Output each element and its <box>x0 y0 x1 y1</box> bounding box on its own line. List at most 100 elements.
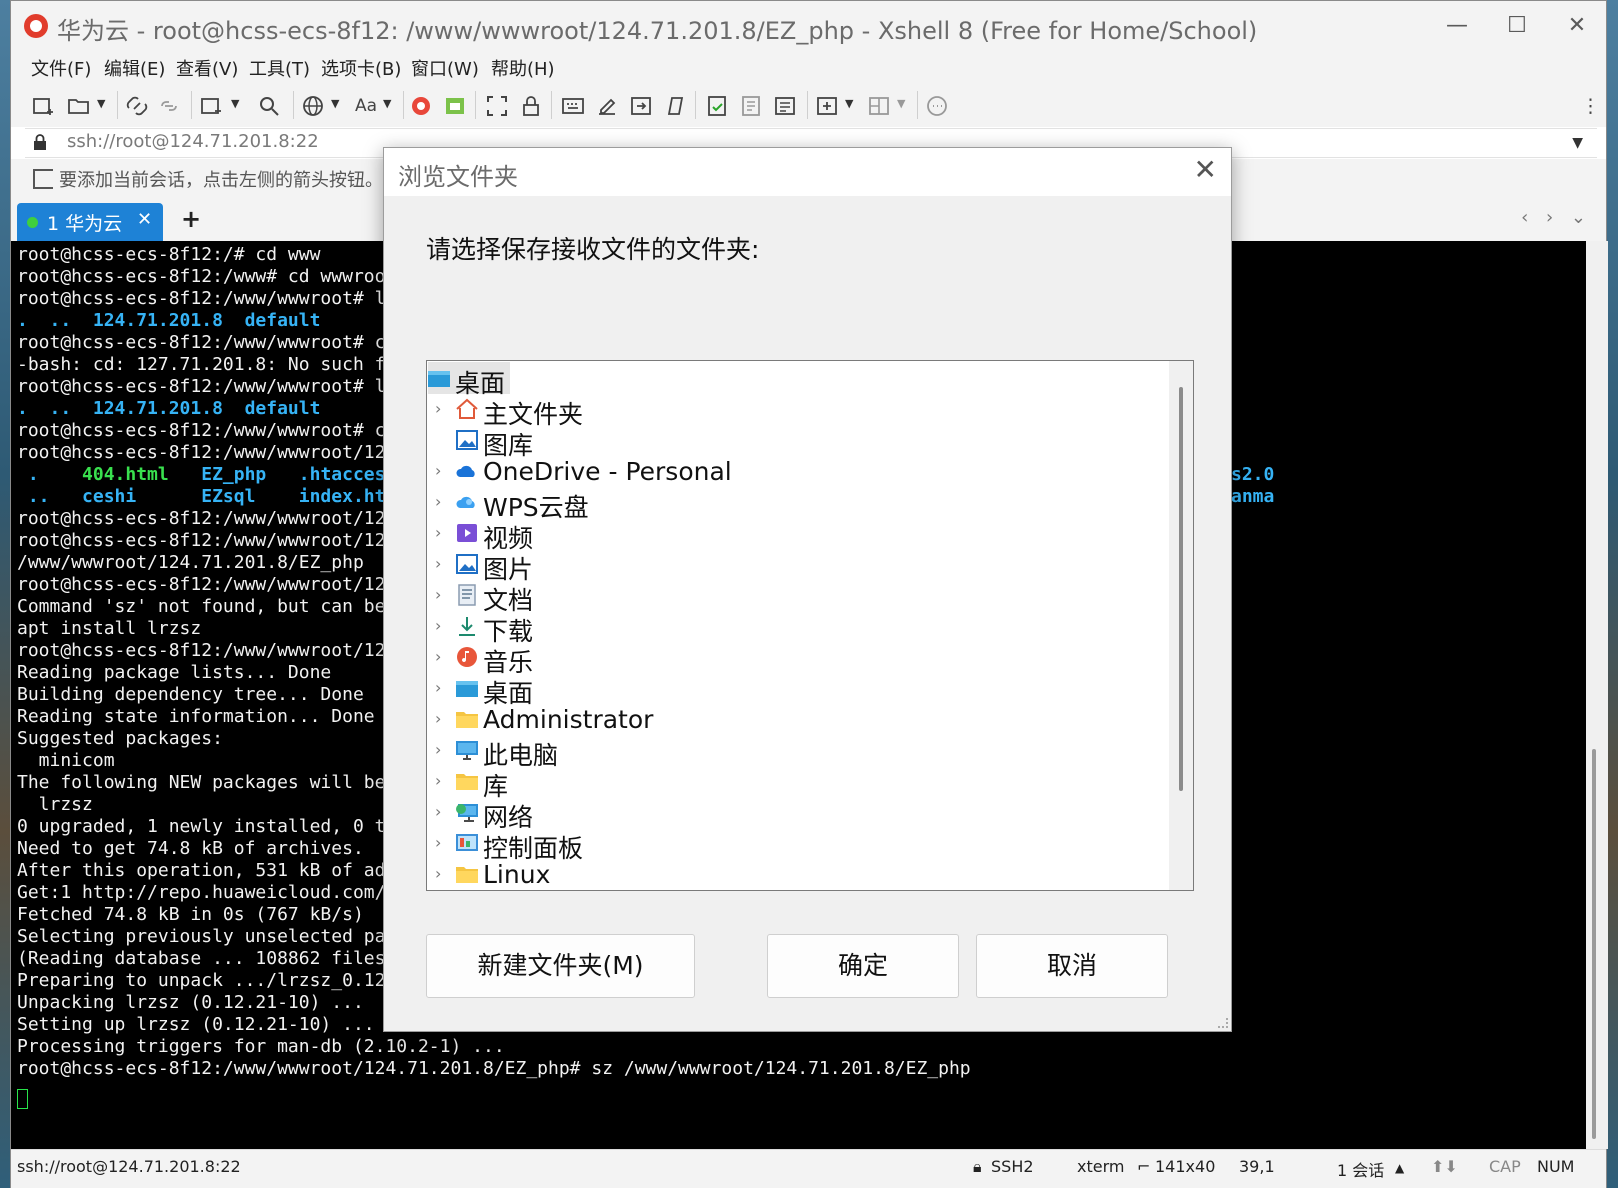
add-window-icon[interactable] <box>815 94 839 118</box>
expand-chevron-icon[interactable]: › <box>435 554 441 573</box>
fullscreen-icon[interactable] <box>485 94 509 118</box>
terminal-scrollbar[interactable] <box>1586 241 1608 1149</box>
status-size-icon: ⌐ <box>1137 1157 1151 1176</box>
tab-session-1[interactable]: 1 华为云 ✕ <box>17 203 163 241</box>
terminal-line: The following NEW packages will be <box>17 772 386 793</box>
tree-item-linux[interactable]: › Linux <box>427 859 1167 890</box>
menu-tabs[interactable]: 选项卡(B) <box>321 55 401 81</box>
new-tab-dropdown-icon[interactable]: ▼ <box>231 97 239 110</box>
expand-chevron-icon[interactable]: › <box>435 864 441 883</box>
tree-item-documents[interactable]: › 文档 <box>427 580 1167 615</box>
cancel-button[interactable]: 取消 <box>976 934 1168 998</box>
tab-navigation[interactable]: ‹ › ⌄ <box>1521 207 1592 228</box>
tab-close-icon[interactable]: ✕ <box>137 209 152 230</box>
address-dropdown-icon[interactable]: ▼ <box>1572 135 1583 151</box>
tree-item-label: Linux <box>483 860 551 889</box>
disconnect-icon[interactable] <box>157 94 181 118</box>
status-sessions[interactable]: 1 会话 <box>1337 1157 1384 1181</box>
connect-icon[interactable] <box>125 94 149 118</box>
expand-chevron-icon[interactable]: › <box>435 461 441 480</box>
expand-chevron-icon[interactable]: › <box>435 492 441 511</box>
open-folder-icon[interactable] <box>67 94 91 118</box>
log-icon[interactable] <box>705 94 729 118</box>
highlight-icon[interactable] <box>595 94 619 118</box>
xagent-icon[interactable] <box>443 94 467 118</box>
menu-help[interactable]: 帮助(H) <box>491 55 555 81</box>
tree-item-videos[interactable]: › 视频 <box>427 518 1167 553</box>
compose-icon[interactable] <box>629 94 653 118</box>
menu-edit[interactable]: 编辑(E) <box>104 55 165 81</box>
title-bar[interactable]: 华为云 - root@hcss-ecs-8f12: /www/wwwroot/1… <box>11 1 1606 51</box>
terminal-scrollbar-thumb[interactable] <box>1592 749 1596 1139</box>
tree-item-libraries[interactable]: › 库 <box>427 766 1167 801</box>
add-window-dropdown-icon[interactable]: ▼ <box>845 97 853 110</box>
menu-window[interactable]: 窗口(W) <box>411 55 479 81</box>
close-button[interactable]: ✕ <box>1551 9 1603 43</box>
expand-chevron-icon[interactable]: › <box>435 678 441 697</box>
dialog-title-bar[interactable]: 浏览文件夹 ✕ <box>384 148 1231 196</box>
tree-scrollbar-thumb[interactable] <box>1179 387 1183 791</box>
open-dropdown-icon[interactable]: ▼ <box>97 97 105 110</box>
expand-chevron-icon[interactable]: › <box>435 802 441 821</box>
sessions-up-icon[interactable]: ▲ <box>1395 1161 1404 1175</box>
minimize-button[interactable]: — <box>1431 9 1483 43</box>
expand-chevron-icon[interactable]: › <box>435 709 441 728</box>
script-icon[interactable] <box>663 94 687 118</box>
video-icon <box>457 524 477 542</box>
expand-chevron-icon[interactable]: › <box>435 833 441 852</box>
tree-item-network[interactable]: › 网络 <box>427 797 1167 832</box>
tree-item-this-pc[interactable]: › 此电脑 <box>427 735 1167 770</box>
new-tab-icon[interactable] <box>199 94 223 118</box>
tree-item-desktop-root[interactable]: 桌面 <box>427 363 1139 398</box>
tree-item-gallery[interactable]: 图库 <box>427 425 1167 460</box>
xftp-icon[interactable] <box>409 94 433 118</box>
terminal-line: Suggested packages: <box>17 728 223 749</box>
new-folder-button[interactable]: 新建文件夹(M) <box>426 934 695 998</box>
add-tab-button[interactable]: + <box>181 205 201 233</box>
layout-dropdown-icon[interactable]: ▼ <box>897 97 905 110</box>
expand-chevron-icon[interactable]: › <box>435 771 441 790</box>
tree-item-pictures[interactable]: › 图片 <box>427 549 1167 584</box>
tree-item-control-panel[interactable]: › 控制面板 <box>427 828 1167 863</box>
menu-tools[interactable]: 工具(T) <box>249 55 310 81</box>
keyboard-icon[interactable] <box>561 94 585 118</box>
notes-icon[interactable] <box>773 94 797 118</box>
tree-item-onedrive[interactable]: › OneDrive - Personal <box>427 456 1167 488</box>
maximize-button[interactable]: ☐ <box>1491 9 1543 43</box>
new-session-icon[interactable] <box>31 94 55 118</box>
tree-item-home[interactable]: › 主文件夹 <box>427 394 1167 429</box>
globe-dropdown-icon[interactable]: ▼ <box>331 97 339 110</box>
globe-icon[interactable] <box>301 94 325 118</box>
menu-file[interactable]: 文件(F) <box>31 55 91 81</box>
expand-chevron-icon[interactable]: › <box>435 523 441 542</box>
tree-item-desktop[interactable]: › 桌面 <box>427 673 1167 708</box>
search-icon[interactable] <box>257 94 281 118</box>
chat-icon[interactable] <box>925 94 949 118</box>
expand-chevron-icon[interactable]: › <box>435 740 441 759</box>
expand-chevron-icon[interactable]: › <box>435 616 441 635</box>
tree-item-wps-cloud[interactable]: › WPS云盘 <box>427 487 1167 522</box>
layout-icon[interactable] <box>867 94 891 118</box>
add-session-arrow-icon[interactable] <box>33 169 53 189</box>
lock-icon[interactable] <box>519 94 543 118</box>
font-icon[interactable]: Aa <box>351 94 381 118</box>
expand-chevron-icon[interactable]: › <box>435 647 441 666</box>
expand-chevron-icon[interactable]: › <box>435 399 441 418</box>
tree-item-music[interactable]: › 音乐 <box>427 642 1167 677</box>
tree-item-downloads[interactable]: › 下载 <box>427 611 1167 646</box>
resize-grip-icon[interactable] <box>1218 1018 1228 1028</box>
tree-item-administrator[interactable]: › Administrator <box>427 704 1167 736</box>
terminal-line: root@hcss-ecs-8f12:/www/wwwroot/12 <box>17 640 386 661</box>
toolbar-more-icon[interactable]: ⋮ <box>1581 94 1600 118</box>
browse-folder-dialog: 浏览文件夹 ✕ 请选择保存接收文件的文件夹: 桌面 › 主文件夹 图库 › On… <box>383 147 1232 1032</box>
ok-button[interactable]: 确定 <box>767 934 959 998</box>
font-dropdown-icon[interactable]: ▼ <box>383 97 391 110</box>
transfer-icon[interactable] <box>739 94 763 118</box>
expand-chevron-icon[interactable]: › <box>435 585 441 604</box>
tree-scrollbar[interactable] <box>1169 361 1193 890</box>
terminal-line: Building dependency tree... Done <box>17 684 364 705</box>
menu-view[interactable]: 查看(V) <box>176 55 238 81</box>
address-input[interactable]: ssh://root@124.71.201.8:22 <box>67 131 319 152</box>
folder-tree[interactable]: 桌面 › 主文件夹 图库 › OneDrive - Personal › WPS… <box>426 360 1194 891</box>
dialog-close-button[interactable]: ✕ <box>1194 153 1217 186</box>
